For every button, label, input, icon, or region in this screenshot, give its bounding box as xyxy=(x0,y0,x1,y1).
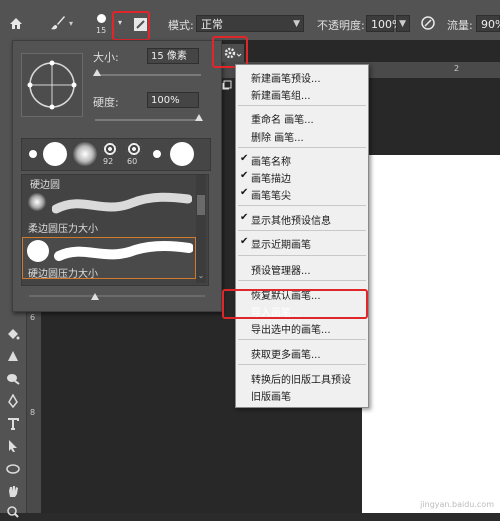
menu-separator xyxy=(238,364,366,365)
menu-item-rename[interactable]: 重命名 画笔... xyxy=(251,111,314,126)
recent-brush-soft[interactable] xyxy=(73,142,97,166)
recent-brush-hard-large[interactable] xyxy=(43,142,67,166)
menu-item-export[interactable]: 导出选中的画笔... xyxy=(251,321,331,336)
chevron-down-icon[interactable]: ⌄ xyxy=(196,271,206,280)
menu-separator xyxy=(238,339,366,340)
recent-brush-hard[interactable] xyxy=(29,150,37,158)
chevron-down-icon: ▼ xyxy=(293,19,300,29)
checkmark-icon: ✔ xyxy=(240,170,249,181)
new-brush-icon[interactable] xyxy=(222,80,232,90)
menu-item-brush-tip[interactable]: 画笔笔尖 xyxy=(251,187,291,202)
brush-name: 柔边圆压力大小 xyxy=(28,224,98,235)
checkmark-icon: ✔ xyxy=(240,153,249,164)
menu-separator xyxy=(238,105,366,106)
menu-item-brush-name[interactable]: 画笔名称 xyxy=(251,153,291,168)
recent-brush-texture[interactable] xyxy=(126,141,142,157)
paint-bucket-icon[interactable] xyxy=(4,325,22,343)
brush-tool-icon[interactable] xyxy=(48,13,68,33)
brush-list: 硬边圆 柔边圆压力大小 硬边圆压力大小 xyxy=(21,174,209,286)
canvas-document[interactable] xyxy=(362,155,500,513)
path-selection-icon[interactable] xyxy=(4,437,22,455)
type-tool-icon[interactable] xyxy=(4,415,22,433)
menu-separator xyxy=(238,255,366,256)
flow-input[interactable]: 90% xyxy=(476,15,500,32)
opacity-dropdown[interactable]: ▼ xyxy=(396,15,410,32)
picker-flyout-menu: 新建画笔预设... 新建画笔组... 重命名 画笔... 删除 画笔... ✔ … xyxy=(235,64,369,408)
size-label: 大小: xyxy=(93,51,119,64)
hardness-slider-knob[interactable] xyxy=(195,114,203,121)
menu-item-preset-manager[interactable]: 预设管理器... xyxy=(251,262,311,277)
annotation-box-import xyxy=(222,289,368,319)
zoom-icon[interactable] xyxy=(4,503,22,521)
watermark: jingyan.baidu.com xyxy=(420,500,494,509)
checkmark-icon: ✔ xyxy=(240,212,249,223)
recent-brush-hard[interactable] xyxy=(153,150,161,158)
menu-item-show-preset-info[interactable]: 显示其他预设信息 xyxy=(251,212,331,227)
menu-separator xyxy=(238,230,366,231)
preview-size-knob[interactable] xyxy=(91,293,99,300)
mode-label: 模式: xyxy=(168,19,194,32)
brush-list-item[interactable]: 柔边圆压力大小 xyxy=(22,189,194,235)
checkmark-icon: ✔ xyxy=(240,187,249,198)
mode-value: 正常 xyxy=(201,18,223,31)
recent-brush-texture[interactable] xyxy=(102,141,118,157)
brush-size-value: 15 xyxy=(96,26,107,35)
chevron-down-icon: ▼ xyxy=(399,19,406,29)
pressure-opacity-icon[interactable] xyxy=(418,13,438,33)
menu-item-converted-presets[interactable]: 转换后的旧版工具预设 xyxy=(251,371,351,386)
opacity-input[interactable]: 100% xyxy=(366,15,402,32)
hardness-input[interactable]: 100% xyxy=(147,92,199,108)
opacity-label: 不透明度: xyxy=(317,19,365,32)
menu-separator xyxy=(238,205,366,206)
hardness-slider-track[interactable] xyxy=(95,119,201,121)
menu-item-new-group[interactable]: 新建画笔组... xyxy=(251,87,311,102)
brush-tip-thumbnail xyxy=(28,193,46,211)
brush-list-scrollbar[interactable]: ⌄ xyxy=(196,175,206,283)
checkmark-icon: ✔ xyxy=(240,236,249,247)
mode-select[interactable]: 正常 ▼ xyxy=(196,15,304,32)
menu-item-legacy-brushes[interactable]: 旧版画笔 xyxy=(251,388,291,403)
menu-item-get-more[interactable]: 获取更多画笔... xyxy=(251,346,321,361)
ruler-mark: 8 xyxy=(30,408,36,417)
recent-brushes: 92 60 xyxy=(21,138,211,171)
menu-separator xyxy=(238,280,366,281)
pen-tool-icon[interactable] xyxy=(4,392,22,410)
brush-settings-panel-icon[interactable] xyxy=(134,18,147,31)
ellipse-tool-icon[interactable] xyxy=(4,460,22,478)
brush-preset-picker: 大小: 15 像素 硬度: 100% 92 60 硬边圆 柔边圆压力大小 硬边圆… xyxy=(12,40,222,312)
brush-name: 硬边圆压力大小 xyxy=(28,269,98,280)
brush-list-item-selected[interactable]: 硬边圆压力大小 xyxy=(22,237,196,280)
menu-item-brush-stroke[interactable]: 画笔描边 xyxy=(251,170,291,185)
brush-tip-preview[interactable] xyxy=(21,53,83,117)
menu-item-new-preset[interactable]: 新建画笔预设... xyxy=(251,70,321,85)
scrollbar-thumb[interactable] xyxy=(197,195,205,215)
hand-tool-icon[interactable] xyxy=(4,482,22,500)
menu-item-show-recent[interactable]: 显示近期画笔 xyxy=(251,236,311,251)
recent-brush-size: 60 xyxy=(127,157,138,166)
brush-tip-thumbnail xyxy=(27,240,49,262)
ruler-mark: 2 xyxy=(454,64,460,73)
hardness-label: 硬度: xyxy=(93,96,119,109)
home-icon[interactable] xyxy=(6,13,26,33)
sharpen-icon[interactable] xyxy=(4,347,22,365)
recent-brush-size: 92 xyxy=(103,157,114,166)
menu-item-delete[interactable]: 删除 画笔... xyxy=(251,129,304,144)
preview-size-slider[interactable] xyxy=(29,295,205,297)
flow-value: 90% xyxy=(481,18,500,31)
size-slider-knob[interactable] xyxy=(93,69,101,76)
flow-label: 流量: xyxy=(447,19,473,32)
chevron-down-icon[interactable]: ▾ xyxy=(69,19,73,28)
brush-preset-dot[interactable] xyxy=(97,14,106,23)
size-input[interactable]: 15 像素 xyxy=(147,48,199,64)
ruler-mark: 6 xyxy=(30,313,36,322)
options-bar: ▾ 15 ▾ 模式: 正常▼ 不透明度: 100% ▼ 流量: 90% xyxy=(0,5,500,41)
dodge-icon[interactable] xyxy=(4,370,22,388)
recent-brush-hard-large[interactable] xyxy=(170,142,194,166)
size-slider-track[interactable] xyxy=(95,74,201,76)
menu-separator xyxy=(238,147,366,148)
